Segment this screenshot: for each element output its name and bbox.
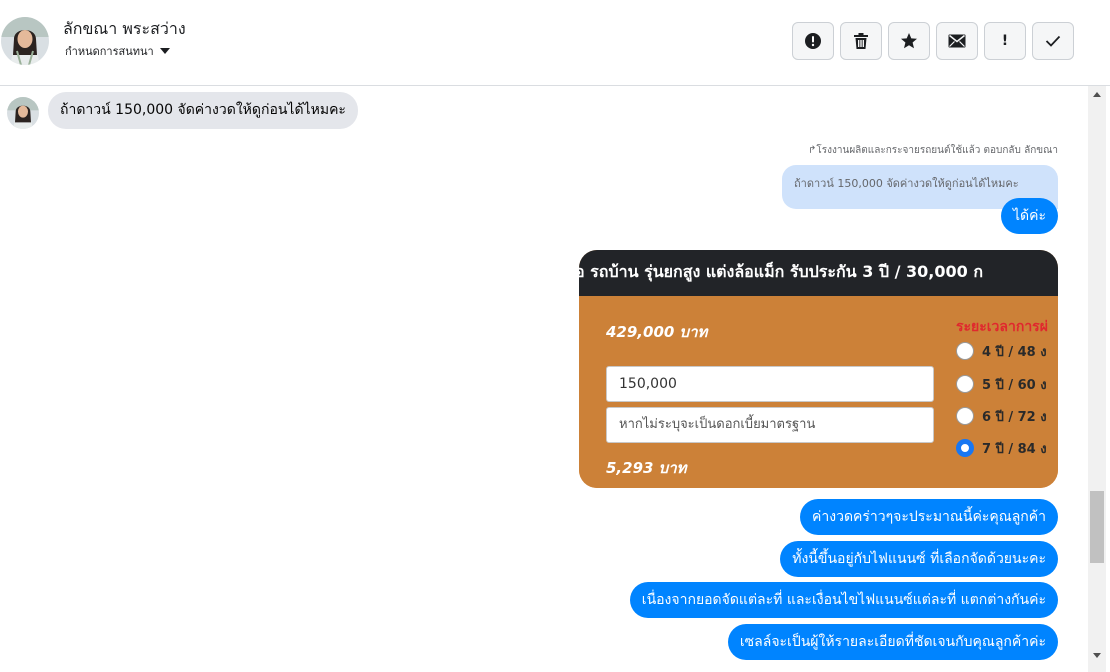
- star-icon: [901, 33, 917, 49]
- done-button[interactable]: [1032, 22, 1074, 60]
- car-price: 429,000 บาท: [606, 323, 708, 341]
- card-banner: อ รถบ้าน รุ่นยกสูง แต่งล้อแม็ก รับประกัน…: [579, 250, 1058, 296]
- outgoing-message[interactable]: เนื่องจากยอดจัดแต่ละที่ และเงื่อนไขไฟแนน…: [629, 582, 1058, 618]
- radio-checked-icon: [956, 439, 974, 457]
- exclamation-icon: !: [1001, 33, 1009, 49]
- checkmark-icon: [1045, 35, 1061, 47]
- conversation-settings-label: กำหนดการสนทนา: [65, 45, 154, 58]
- card-banner-text: อ รถบ้าน รุ่นยกสูง แต่งล้อแม็ก รับประกัน…: [579, 262, 984, 281]
- outgoing-message[interactable]: ทั้งนี้ขึ้นอยู่กับไฟแนนซ์ ที่เลือกจัดด้ว…: [780, 541, 1058, 577]
- star-button[interactable]: [888, 22, 930, 60]
- reply-indicator: ↱โรงงานผลิตและกระจายรถยนต์ใช้แล้ว ตอบกลั…: [807, 145, 1058, 156]
- period-option-label: 7 ปี / 84 ง: [982, 441, 1047, 457]
- monthly-payment: 5,293 บาท: [606, 459, 687, 477]
- contact-avatar[interactable]: [1, 17, 49, 65]
- incoming-message[interactable]: ถ้าดาวน์ 150,000 จัดค่างวดให้ดูก่อนได้ไห…: [48, 92, 358, 129]
- period-option: 5 ปี / 60 ง: [956, 373, 1047, 395]
- card-body: 429,000 บาท 150,000 หากไม่ระบุจะเป็นดอกเ…: [579, 296, 1058, 488]
- message-thread[interactable]: ถ้าดาวน์ 150,000 จัดค่างวดให้ดูก่อนได้ไห…: [0, 86, 1086, 672]
- interest-rate-field: หากไม่ระบุจะเป็นดอกเบี้ยมาตรฐาน: [606, 407, 934, 443]
- period-option-label: 6 ปี / 72 ง: [982, 409, 1047, 425]
- period-title: ระยะเวลาการผ่: [956, 319, 1048, 335]
- period-option: 6 ปี / 72 ง: [956, 405, 1047, 427]
- period-option: 4 ปี / 48 ง: [956, 340, 1047, 362]
- spam-button[interactable]: [792, 22, 834, 60]
- down-payment-field: 150,000: [606, 366, 934, 402]
- radio-unchecked-icon: [956, 342, 974, 360]
- scroll-down-arrow-icon[interactable]: [1093, 653, 1101, 658]
- sender-avatar: [7, 97, 39, 129]
- caret-down-icon: [159, 48, 170, 54]
- alert-circle-icon: [805, 33, 821, 49]
- delete-button[interactable]: [840, 22, 882, 60]
- trash-icon: [854, 33, 868, 49]
- envelope-icon: [948, 34, 966, 48]
- mark-unread-button[interactable]: [936, 22, 978, 60]
- important-button[interactable]: !: [984, 22, 1026, 60]
- period-option: 7 ปี / 84 ง: [956, 437, 1047, 459]
- period-option-label: 5 ปี / 60 ง: [982, 377, 1047, 393]
- contact-name[interactable]: ลักขณา พระสว่าง: [63, 17, 186, 42]
- conversation-settings-dropdown[interactable]: กำหนดการสนทนา: [65, 42, 170, 60]
- outgoing-message[interactable]: เซลล์จะเป็นผู้ให้รายละเอียดที่ชัดเจนกับค…: [727, 624, 1058, 660]
- scroll-up-arrow-icon[interactable]: [1093, 92, 1101, 97]
- outgoing-message[interactable]: ได้ค่ะ: [1000, 198, 1058, 234]
- period-option-label: 4 ปี / 48 ง: [982, 344, 1047, 360]
- outgoing-message[interactable]: ค่างวดคร่าวๆจะประมาณนี้ค่ะคุณลูกค้า: [800, 499, 1058, 535]
- conversation-header: ลักขณา พระสว่าง กำหนดการสนทนา !: [0, 0, 1110, 86]
- loan-calculator-image[interactable]: อ รถบ้าน รุ่นยกสูง แต่งล้อแม็ก รับประกัน…: [579, 250, 1058, 488]
- radio-unchecked-icon: [956, 407, 974, 425]
- scrollbar[interactable]: [1088, 86, 1106, 672]
- scrollbar-thumb[interactable]: [1090, 491, 1104, 563]
- radio-unchecked-icon: [956, 375, 974, 393]
